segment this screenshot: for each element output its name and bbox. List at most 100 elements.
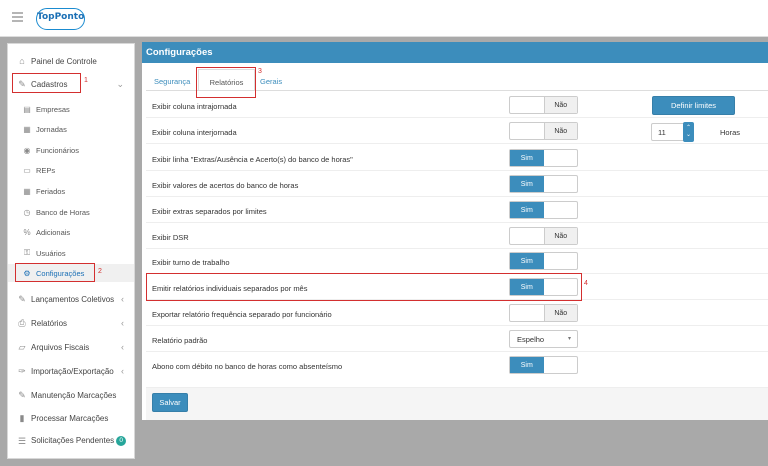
hours-spinner[interactable]: ⌃ ⌄: [683, 122, 694, 142]
toggle-extras-ausencia[interactable]: Sim: [509, 149, 578, 167]
define-limits-button[interactable]: Definir limites: [652, 96, 735, 115]
spinner-up-icon: ⌃: [685, 125, 692, 131]
toggle-relatorios-mes[interactable]: Sim: [509, 278, 578, 296]
sidebar-item-painel[interactable]: ⌂ Painel de Controle: [8, 51, 134, 71]
sidebar-subitem-label: Feriados: [36, 186, 66, 196]
sidebar-subitem-adicionais[interactable]: % Adicionais: [8, 223, 134, 241]
form-footer: Salvar: [146, 387, 768, 420]
toggle-on-label: [510, 123, 544, 139]
toggle-frequencia-funcionario[interactable]: Não: [509, 304, 578, 322]
pencil-icon: ✎: [18, 78, 26, 89]
tab-label: Relatórios: [209, 78, 244, 87]
panel-header: Configurações: [142, 42, 768, 63]
setting-label: Exibir coluna interjornada: [152, 128, 237, 137]
toggle-intrajornada[interactable]: Não: [509, 96, 578, 114]
relatorio-padrao-select[interactable]: Espelho ▾: [509, 330, 578, 348]
sidebar-item-text: Solicitações Pendentes: [31, 436, 115, 446]
sidebar-subitem-label: Banco de Horas: [36, 207, 90, 217]
calendar-icon: ▦: [23, 186, 31, 196]
sidebar-item-lancamentos[interactable]: ✎ Lançamentos Coletivos ‹: [8, 289, 134, 309]
sidebar-subitem-label: Jornadas: [36, 124, 67, 134]
toggle-on-label: Sim: [510, 150, 544, 166]
sidebar-item-arquivos-fiscais[interactable]: ▱ Arquivos Fiscais ‹: [8, 337, 134, 357]
sidebar-subitem-label: Usuários: [36, 248, 66, 258]
settings-panel: Configurações Segurança Relatórios Gerai…: [142, 42, 768, 420]
setting-row: Relatório padrão Espelho ▾: [142, 326, 768, 352]
page-title: Configurações: [146, 47, 213, 58]
toggle-on-label: [510, 97, 544, 113]
sidebar-subitem-usuarios[interactable]: ⚿ Usuários: [8, 244, 134, 262]
chevron-left-icon: ‹: [121, 294, 124, 304]
setting-label: Emitir relatórios individuais separados …: [152, 284, 308, 293]
setting-row: Exibir linha "Extras/Ausência e Acerto(s…: [142, 145, 768, 171]
sidebar-item-label: Lançamentos Coletivos: [31, 294, 115, 304]
toggle-off-label: [544, 253, 578, 269]
toggle-turno-trabalho[interactable]: Sim: [509, 252, 578, 270]
tab-relatorios[interactable]: Relatórios: [198, 69, 255, 91]
hours-unit-label: Horas: [720, 128, 741, 137]
sidebar-subitem-jornadas[interactable]: ▦ Jornadas: [8, 120, 134, 138]
hours-value: 11: [658, 128, 666, 137]
setting-row: Exibir extras separados por limites Sim: [142, 197, 768, 223]
toggle-off-label: Não: [543, 305, 577, 321]
toggle-off-label: [544, 202, 578, 218]
toggle-interjornada[interactable]: Não: [509, 122, 578, 140]
sidebar-item-processar[interactable]: ▮ Processar Marcações: [8, 408, 134, 428]
edit-icon: ✎: [18, 389, 26, 400]
sidebar-subitem-reps[interactable]: ▭ REPs: [8, 161, 134, 179]
sidebar-subitem-feriados[interactable]: ▦ Feriados: [8, 182, 134, 200]
logo-top-text: Top: [37, 12, 55, 22]
marker-3: 3: [258, 68, 262, 75]
sidebar-item-solicitacoes[interactable]: ☰ Solicitações Pendentes 0: [8, 431, 134, 451]
toggle-on-label: Sim: [510, 357, 544, 373]
tab-gerais[interactable]: Gerais: [260, 77, 282, 86]
sidebar-subitem-funcionarios[interactable]: ◉ Funcionários: [8, 141, 134, 159]
setting-label: Exibir coluna intrajornada: [152, 102, 237, 111]
clock-icon: ◷: [23, 207, 31, 217]
sidebar-item-relatorios[interactable]: ⎙ Relatórios ‹: [8, 313, 134, 333]
sidebar-item-importacao[interactable]: ✑ Importação/Exportação ‹: [8, 361, 134, 381]
sidebar-subitem-label: Adicionais: [36, 227, 71, 237]
toggle-extras-limites[interactable]: Sim: [509, 201, 578, 219]
sidebar-item-manutencao[interactable]: ✎ Manutenção Marcações: [8, 385, 134, 405]
toggle-dsr[interactable]: Não: [509, 227, 578, 245]
toggle-on-label: Sim: [510, 176, 544, 192]
sidebar-subitem-label: Funcionários: [36, 145, 79, 155]
list-icon: ☰: [17, 435, 27, 446]
folder-icon: ▱: [18, 341, 26, 352]
toggle-acertos-banco[interactable]: Sim: [509, 175, 578, 193]
select-value: Espelho: [517, 335, 545, 344]
toggle-on-label: Sim: [510, 253, 544, 269]
sidebar-item-label: Cadastros: [31, 79, 68, 89]
sidebar-item-label: Painel de Controle: [31, 56, 97, 66]
sidebar-subitem-configuracoes[interactable]: ⚙ Configurações: [8, 264, 134, 282]
sidebar-subitem-banco-horas[interactable]: ◷ Banco de Horas: [8, 203, 134, 221]
sidebar-subitem-label: Empresas: [36, 104, 70, 114]
setting-row: Abono com débito no banco de horas como …: [142, 352, 768, 378]
setting-label: Exibir extras separados por limites: [152, 207, 267, 216]
hamburger-menu-icon[interactable]: [12, 12, 23, 22]
toggle-off-label: [544, 176, 578, 192]
building-icon: ▤: [23, 104, 31, 114]
sidebar-item-cadastros[interactable]: ✎ Cadastros ⌄: [8, 74, 134, 94]
caret-down-icon: ▾: [567, 336, 571, 342]
device-icon: ▭: [23, 165, 31, 175]
setting-row: Exibir DSR Não: [142, 223, 768, 249]
tab-seguranca[interactable]: Segurança: [154, 77, 190, 86]
sidebar-item-label: Arquivos Fiscais: [31, 342, 90, 352]
chevron-left-icon: ‹: [121, 318, 124, 328]
marker-4: 4: [584, 280, 588, 287]
key-icon: ⚿: [23, 248, 31, 257]
save-button[interactable]: Salvar: [152, 393, 188, 412]
toggle-off-label: Não: [543, 123, 577, 139]
toggle-off-label: [544, 150, 578, 166]
setting-row: Exibir turno de trabalho Sim: [142, 248, 768, 274]
toggle-off-label: [544, 279, 578, 295]
sidebar-subitem-empresas[interactable]: ▤ Empresas: [8, 100, 134, 118]
printer-icon: ⎙: [18, 317, 26, 328]
toggle-abono-absenteismo[interactable]: Sim: [509, 356, 578, 374]
app-logo[interactable]: TopPonto: [36, 8, 85, 30]
edit-icon: ✎: [18, 293, 26, 304]
toggle-on-label: Sim: [510, 279, 544, 295]
setting-label: Exportar relatório frequência separado p…: [152, 310, 332, 319]
